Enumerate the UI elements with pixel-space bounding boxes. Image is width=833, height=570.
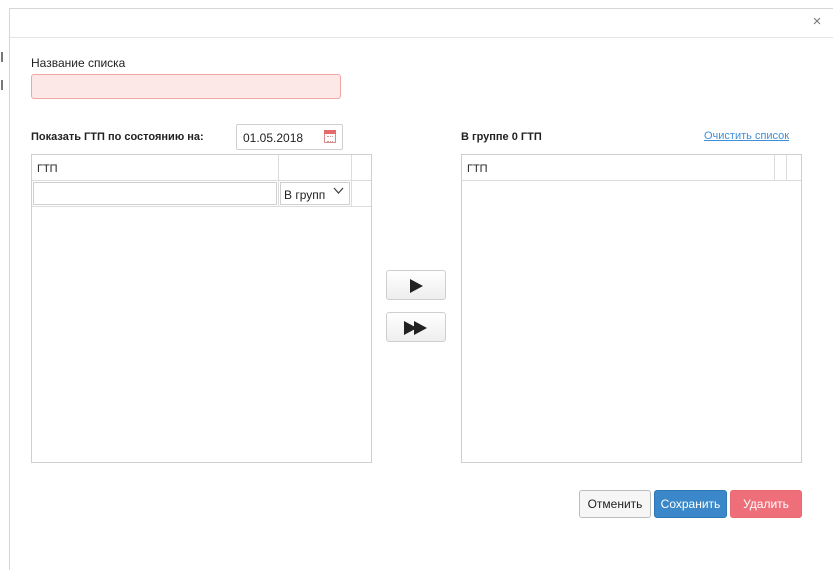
group-count-title: В группе 0 ГТП [461,131,542,143]
group-filter-select[interactable]: В групп [280,182,350,205]
group-filter-value: В групп [284,188,326,202]
edge-mark [1,52,3,62]
dialog-header: × [10,9,833,38]
delete-button[interactable]: Удалить [730,490,802,518]
column-divider [351,155,352,207]
date-value: 01.05.2018 [243,131,304,145]
filter-row: В групп [32,181,371,207]
column-divider [774,155,775,181]
close-icon[interactable]: × [809,14,825,30]
list-name-label: Название списка [31,56,126,70]
group-gtp-grid: ГТП [461,154,802,463]
grid-header: ГТП [462,155,801,181]
date-picker[interactable]: 01.05.2018 [236,124,343,150]
fast-forward-icon [414,321,427,335]
clear-list-link[interactable]: Очистить список [704,130,789,142]
chevron-down-icon [333,186,344,198]
date-filter-label: Показать ГТП по состоянию на: [31,131,204,143]
column-header-gtp[interactable]: ГТП [467,163,488,175]
move-selected-button[interactable] [386,270,446,300]
gtp-filter-input[interactable] [33,182,277,205]
edge-mark [1,80,3,90]
column-header-gtp[interactable]: ГТП [37,163,58,175]
column-divider [278,155,279,207]
play-icon [410,279,423,293]
grid-header: ГТП [32,155,371,181]
available-gtp-grid: ГТП В групп [31,154,372,463]
cancel-button[interactable]: Отменить [579,490,651,518]
column-divider [786,155,787,181]
calendar-icon[interactable] [324,130,336,143]
list-name-input[interactable] [31,74,341,99]
save-button[interactable]: Сохранить [654,490,727,518]
move-all-button[interactable] [386,312,446,342]
